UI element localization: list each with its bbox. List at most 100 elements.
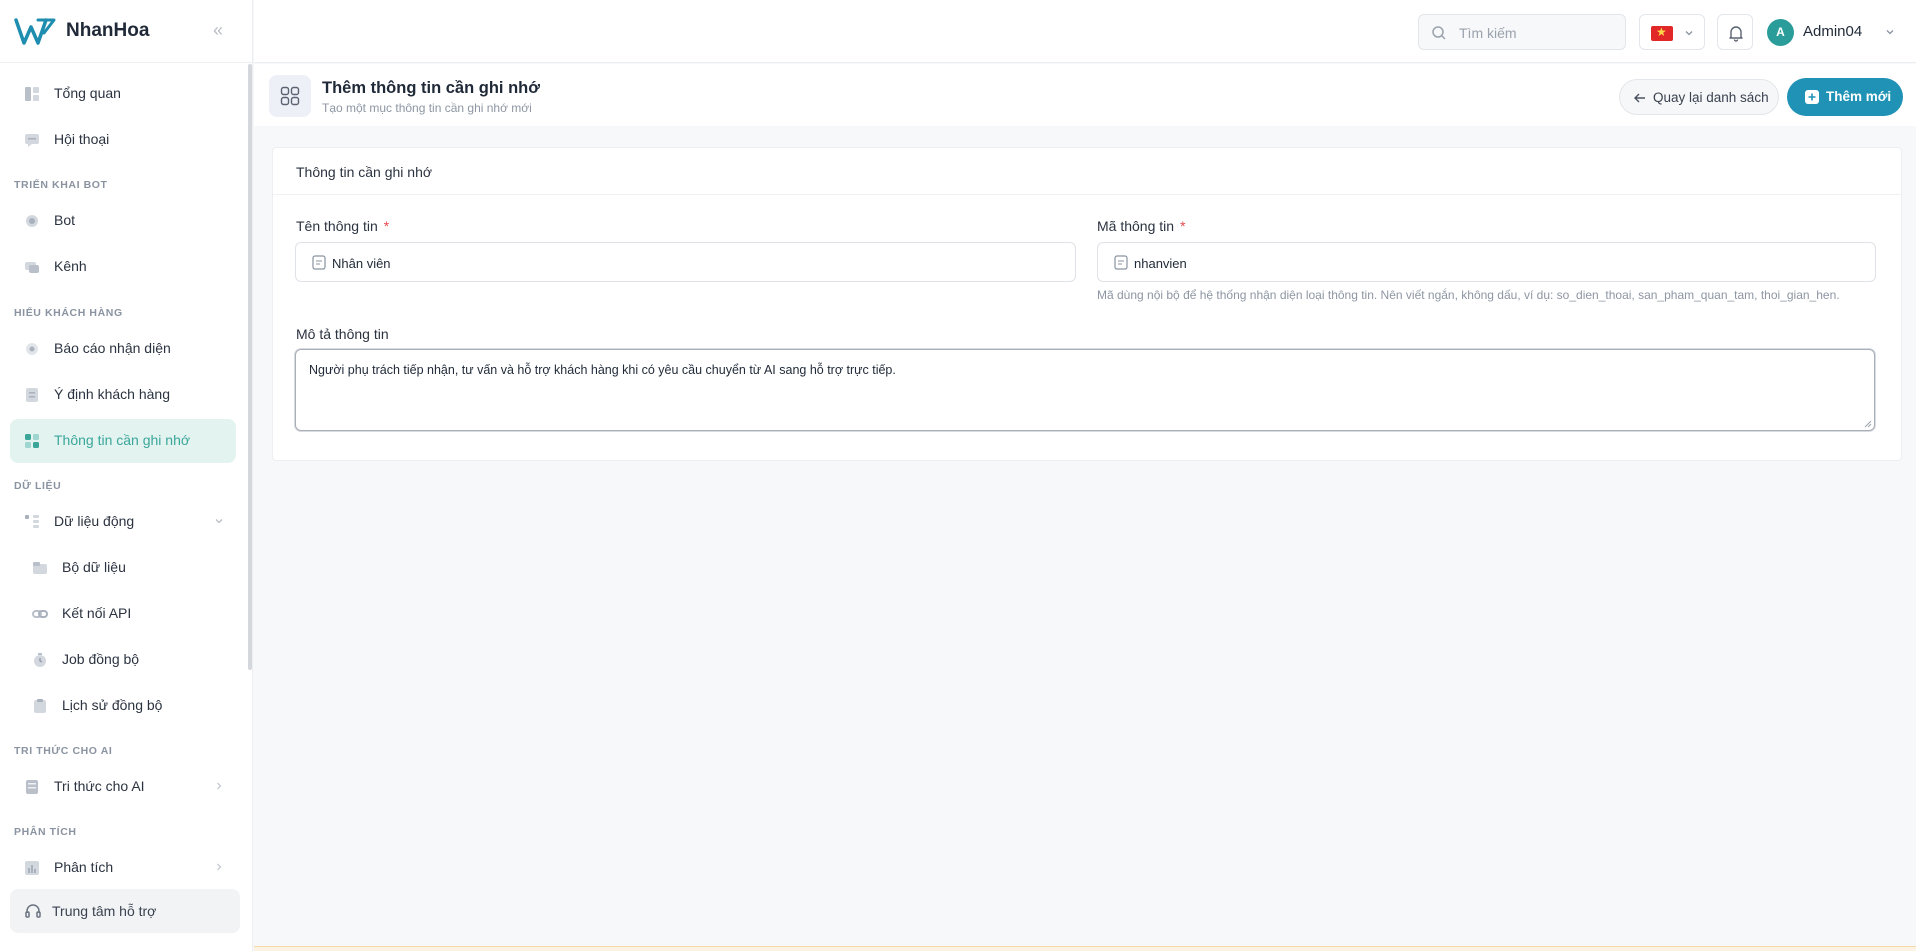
page-icon: [269, 75, 311, 117]
sidebar-item-label: Tri thức cho AI: [54, 778, 145, 794]
sidebar-item-kenh[interactable]: Kênh: [10, 245, 236, 289]
notifications-button[interactable]: [1717, 14, 1753, 50]
vietnam-flag-icon: [1651, 25, 1673, 41]
code-input[interactable]: [1134, 253, 1834, 273]
sidebar-item-du-lieu-dong[interactable]: Dữ liệu động: [10, 500, 236, 544]
section-title: PHÂN TÍCH: [14, 826, 77, 838]
sidebar-item-label: Kênh: [54, 258, 87, 274]
sidebar-item-bot[interactable]: Bot: [10, 199, 236, 243]
sidebar-item-label: Thông tin cần ghi nhớ: [54, 432, 191, 448]
memory-info-form: Thông tin cần ghi nhớ Tên thông tin * Mã …: [272, 147, 1902, 461]
name-input[interactable]: [332, 253, 1032, 273]
sidebar-item-label: Dữ liệu động: [54, 513, 135, 529]
card-title: Thông tin cần ghi nhớ: [296, 164, 433, 180]
brand-name[interactable]: NhanHoa: [66, 20, 149, 42]
report-icon: [26, 343, 38, 355]
back-button-label: Quay lại danh sách: [1653, 90, 1769, 105]
knowledge-icon: [26, 780, 38, 794]
code-field-hint: Mã dùng nội bộ để hệ thống nhận diện loạ…: [1097, 288, 1840, 302]
user-name: Admin04: [1803, 23, 1863, 40]
sync-job-icon: [34, 653, 46, 667]
search-box[interactable]: [1418, 14, 1626, 50]
sidebar-item-lich-su-dong-bo[interactable]: Lịch sử đồng bộ: [10, 684, 236, 728]
api-link-icon: [32, 610, 48, 618]
chevron-down-icon: [1685, 31, 1693, 36]
card-header: Thông tin cần ghi nhớ: [273, 148, 1901, 195]
search-input[interactable]: [1459, 23, 1619, 43]
bottom-banner-edge: [254, 946, 1916, 951]
analytics-icon: [25, 861, 39, 875]
sidebar: NhanHoa « Tổng quan Hội thoại TRIỂN KHAI…: [0, 0, 253, 951]
sidebar-item-phan-tich[interactable]: Phân tích: [10, 846, 236, 890]
support-center-button[interactable]: Trung tâm hỗ trợ: [10, 889, 240, 933]
sidebar-item-label: Báo cáo nhận diện: [54, 340, 171, 356]
intent-icon: [26, 388, 38, 402]
sidebar-item-label: Bộ dữ liệu: [62, 559, 126, 575]
code-field-label: Mã thông tin *: [1097, 218, 1186, 234]
support-center-label: Trung tâm hỗ trợ: [52, 903, 157, 919]
required-marker: *: [383, 218, 390, 234]
chat-icon: [25, 134, 39, 147]
sidebar-item-thong-tin-can-ghi-nho[interactable]: Thông tin cần ghi nhớ: [10, 419, 236, 463]
chevron-down-icon[interactable]: [213, 515, 225, 527]
dataset-icon: [33, 562, 47, 574]
section-title: TRIỂN KHAI BOT: [14, 179, 108, 191]
headset-icon: [25, 904, 41, 918]
section-title: TRI THỨC CHO AI: [14, 745, 113, 757]
sidebar-item-label: Hội thoại: [54, 131, 110, 147]
description-field-label: Mô tả thông tin: [296, 326, 389, 342]
sidebar-item-label: Lịch sử đồng bộ: [62, 697, 163, 713]
memory-icon: [25, 434, 39, 448]
name-label-text: Tên thông tin: [296, 218, 378, 234]
sync-history-icon: [34, 699, 46, 713]
sidebar-item-tong-quan[interactable]: Tổng quan: [10, 72, 236, 116]
sidebar-item-y-dinh-khach-hang[interactable]: Ý định khách hàng: [10, 373, 236, 417]
dashboard-icon: [25, 87, 39, 101]
avatar: A: [1767, 19, 1794, 46]
sidebar-item-label: Bot: [54, 212, 76, 228]
section-title: DỮ LIỆU: [14, 480, 62, 492]
collapse-sidebar-icon[interactable]: «: [213, 21, 229, 39]
code-label-text: Mã thông tin: [1097, 218, 1175, 234]
channel-icon: [25, 262, 39, 273]
sidebar-item-hoi-thoai[interactable]: Hội thoại: [10, 118, 236, 162]
dynamic-data-icon: [25, 515, 39, 528]
brand-header: NhanHoa «: [0, 0, 253, 63]
page-subtitle: Tạo một mục thông tin cần ghi nhớ mới: [322, 101, 532, 115]
sidebar-nav: Tổng quan Hội thoại TRIỂN KHAI BOT Bot K…: [0, 64, 250, 876]
resize-handle-icon[interactable]: [1863, 419, 1872, 428]
code-field[interactable]: [1097, 242, 1876, 282]
name-field[interactable]: [295, 242, 1076, 282]
document-icon: [312, 255, 326, 270]
add-new-button[interactable]: Thêm mới: [1787, 78, 1903, 116]
description-textarea[interactable]: Người phụ trách tiếp nhận, tư vấn và hỗ …: [295, 349, 1875, 431]
description-text[interactable]: Người phụ trách tiếp nhận, tư vấn và hỗ …: [309, 363, 896, 377]
section-title: HIỂU KHÁCH HÀNG: [14, 307, 123, 319]
required-marker: *: [1180, 218, 1186, 234]
sidebar-item-job-dong-bo[interactable]: Job đồng bộ: [10, 638, 236, 682]
sidebar-item-label: Phân tích: [54, 859, 114, 875]
sidebar-item-ket-noi-api[interactable]: Kết nối API: [10, 592, 236, 636]
sidebar-item-label: Job đồng bộ: [62, 651, 140, 667]
sidebar-item-label: Kết nối API: [62, 605, 132, 621]
sidebar-item-bo-du-lieu[interactable]: Bộ dữ liệu: [10, 546, 236, 590]
chevron-right-icon[interactable]: [213, 861, 225, 873]
page-title: Thêm thông tin cần ghi nhớ: [322, 79, 540, 97]
search-icon: [1432, 26, 1446, 40]
add-button-label: Thêm mới: [1826, 89, 1892, 104]
sidebar-item-label: Ý định khách hàng: [54, 386, 170, 402]
back-to-list-button[interactable]: Quay lại danh sách: [1619, 79, 1779, 115]
language-selector[interactable]: [1639, 14, 1705, 50]
sidebar-item-bao-cao-nhan-dien[interactable]: Báo cáo nhận diện: [10, 327, 236, 371]
topbar: A Admin04: [254, 0, 1916, 63]
grid-icon: [280, 86, 300, 106]
user-menu[interactable]: A Admin04: [1767, 17, 1907, 47]
sidebar-item-tri-thuc-cho-ai[interactable]: Tri thức cho AI: [10, 765, 236, 809]
chevron-right-icon[interactable]: [213, 780, 225, 792]
bell-icon: [1729, 26, 1743, 42]
name-field-label: Tên thông tin *: [296, 218, 389, 234]
chip-icon: [26, 215, 38, 227]
nhanhoa-logo-icon[interactable]: [14, 17, 58, 47]
sidebar-scrollbar[interactable]: [248, 64, 252, 670]
sidebar-item-label: Tổng quan: [54, 85, 121, 101]
